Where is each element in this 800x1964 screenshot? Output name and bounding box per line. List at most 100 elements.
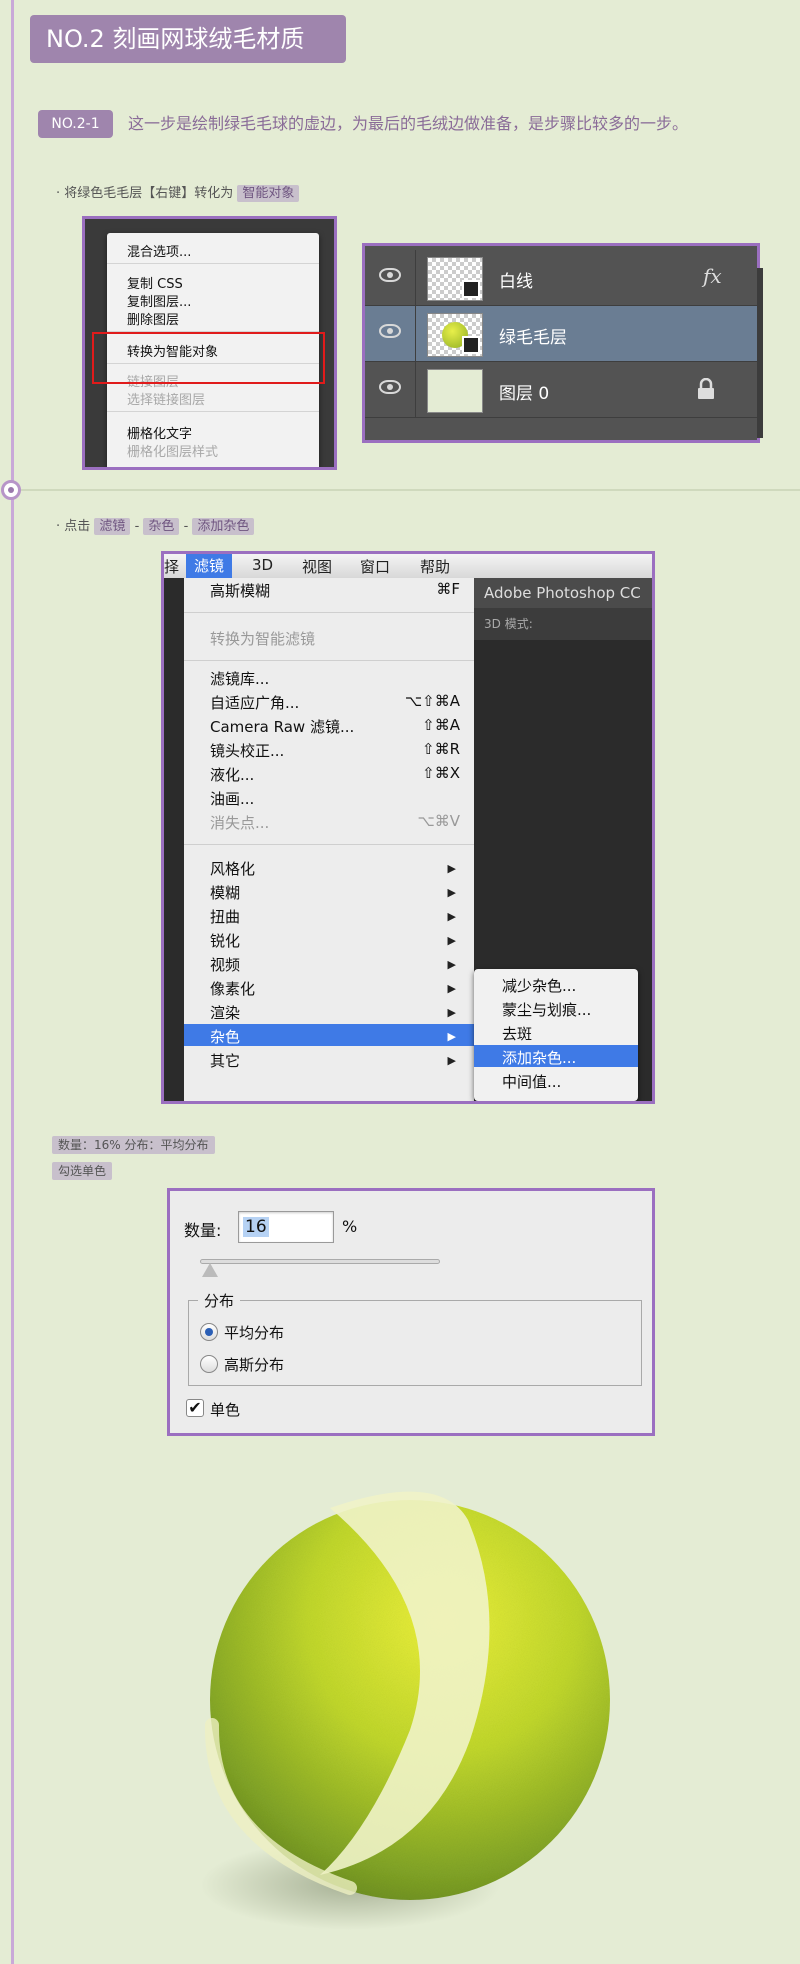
- filter-item[interactable]: 模糊: [210, 882, 240, 903]
- shortcut: ⇧⌘X: [422, 764, 460, 782]
- submenu-arrow-icon: ▶: [447, 982, 456, 995]
- filter-item[interactable]: 风格化: [210, 858, 255, 879]
- radio-uniform[interactable]: [200, 1323, 218, 1341]
- submenu-arrow-icon: ▶: [447, 862, 456, 875]
- filter-item-noise[interactable]: 杂色: [210, 1026, 240, 1047]
- filter-item: 消失点...: [210, 814, 270, 832]
- path-add-noise: 添加杂色: [192, 518, 255, 535]
- filter-item[interactable]: 滤镜库...: [210, 668, 269, 689]
- column-divider: [415, 250, 416, 306]
- path-noise: 杂色: [143, 518, 180, 535]
- distribution-label: 分布: [198, 1290, 241, 1311]
- shortcut: ⌘F: [436, 580, 460, 598]
- filter-dropdown: 高斯模糊 ⌘F 转换为智能滤镜 滤镜库... 自适应广角... ⌥⇧⌘A Cam…: [184, 578, 474, 1101]
- param-tag-2: 勾选单色: [52, 1160, 113, 1180]
- submenu-arrow-icon: ▶: [447, 1006, 456, 1019]
- smart-object-icon: [462, 280, 480, 298]
- submenu-item[interactable]: 中间值...: [502, 1071, 561, 1092]
- tennis-ball-illustration: [200, 1491, 610, 1930]
- monochromatic-checkbox[interactable]: ✔: [186, 1399, 204, 1417]
- amount-value: 16: [243, 1217, 269, 1237]
- smart-object-icon: [462, 336, 480, 354]
- filter-menu-screenshot: 择 滤镜 3D 视图 窗口 帮助 Adobe Photoshop CC 3D 模…: [161, 551, 655, 1104]
- submenu-item[interactable]: 去斑: [502, 1023, 532, 1044]
- shortcut: ⇧⌘A: [422, 716, 460, 734]
- noise-submenu: 减少杂色... 蒙尘与划痕... 去斑 添加杂色... 中间值...: [474, 969, 638, 1101]
- menu-separator: [107, 411, 319, 412]
- section-title: NO.2 刻画网球绒毛材质: [30, 15, 346, 63]
- shortcut: ⌥⇧⌘A: [404, 692, 460, 710]
- layer-name: 白线: [499, 272, 533, 292]
- filter-item[interactable]: 其它: [210, 1050, 240, 1071]
- menu-item-copy-css[interactable]: 复制 CSS: [127, 273, 183, 292]
- layers-panel: 白线 fx 绿毛毛层 图层 0: [362, 243, 763, 443]
- path-separator: -: [183, 519, 189, 534]
- submenu-arrow-icon: ▶: [447, 934, 456, 947]
- instruction-click-path: · 点击 滤镜 - 杂色 - 添加杂色: [56, 515, 255, 535]
- radio-gaussian[interactable]: [200, 1355, 218, 1373]
- add-noise-dialog: 数量: 16 % 分布 平均分布 高斯分布 ✔ 单色: [167, 1188, 655, 1436]
- submenu-arrow-icon: ▶: [447, 910, 456, 923]
- layer-row-green-fuzz[interactable]: 绿毛毛层: [365, 306, 757, 362]
- submenu-item[interactable]: 减少杂色...: [502, 975, 576, 996]
- submenu-arrow-icon: ▶: [447, 1054, 456, 1067]
- amount-slider[interactable]: [200, 1259, 440, 1264]
- menubar-item-select[interactable]: 择: [164, 556, 179, 577]
- amount-label: 数量:: [184, 1221, 222, 1240]
- filter-item[interactable]: 液化...: [210, 764, 254, 785]
- eye-icon[interactable]: [379, 268, 401, 282]
- step-description: 这一步是绘制绿毛毛球的虚边，为最后的毛绒边做准备，是步骤比较多的一步。: [128, 114, 689, 133]
- eye-icon[interactable]: [379, 324, 401, 338]
- slider-thumb[interactable]: [202, 1263, 218, 1277]
- menubar-item-view[interactable]: 视图: [302, 556, 332, 577]
- filter-item[interactable]: 扭曲: [210, 906, 240, 927]
- filter-item[interactable]: 镜头校正...: [210, 740, 284, 761]
- instruction-text: · 将绿色毛毛层【右键】转化为: [56, 186, 234, 201]
- uniform-label: 平均分布: [224, 1324, 285, 1342]
- fx-icon[interactable]: fx: [703, 264, 722, 288]
- layer-thumbnail: [427, 257, 483, 301]
- context-menu-screenshot: 混合选项... 复制 CSS 复制图层... 删除图层 转换为智能对象 链接图层…: [82, 216, 337, 470]
- timeline-line: [11, 0, 14, 1964]
- menubar-item-3d[interactable]: 3D: [252, 556, 273, 574]
- menu-separator: [184, 660, 474, 661]
- monochromatic-label: 单色: [210, 1401, 241, 1419]
- filter-item[interactable]: 油画...: [210, 788, 254, 809]
- column-divider: [415, 306, 416, 362]
- highlight-smart-object: 智能对象: [237, 185, 300, 202]
- amount-input[interactable]: 16: [238, 1211, 334, 1243]
- path-separator: -: [134, 519, 140, 534]
- filter-item[interactable]: 渲染: [210, 1002, 240, 1023]
- layer-name: 绿毛毛层: [499, 328, 567, 348]
- menu-item-blend-options[interactable]: 混合选项...: [127, 241, 191, 260]
- gaussian-label: 高斯分布: [224, 1356, 285, 1374]
- layer-row-white-line[interactable]: 白线 fx: [365, 250, 757, 306]
- lock-icon: [698, 378, 714, 399]
- shortcut: ⌥⌘V: [417, 812, 460, 830]
- filter-item[interactable]: 视频: [210, 954, 240, 975]
- layer-thumbnail: [427, 369, 483, 413]
- filter-item[interactable]: Camera Raw 滤镜...: [210, 716, 354, 737]
- menubar-item-window[interactable]: 窗口: [360, 556, 390, 577]
- layer-name: 图层 0: [499, 384, 550, 404]
- filter-item[interactable]: 锐化: [210, 930, 240, 951]
- eye-icon[interactable]: [379, 380, 401, 394]
- scrollbar[interactable]: [757, 268, 763, 438]
- filter-item[interactable]: 自适应广角...: [210, 692, 299, 713]
- param-tag-1: 数量：16% 分布：平均分布: [52, 1134, 215, 1154]
- menu-item-rasterize-type[interactable]: 栅格化文字: [127, 423, 192, 442]
- submenu-arrow-icon: ▶: [447, 886, 456, 899]
- submenu-item-add-noise[interactable]: 添加杂色...: [502, 1047, 576, 1068]
- filter-item: 转换为智能滤镜: [210, 630, 316, 648]
- menu-separator: [184, 844, 474, 845]
- submenu-item[interactable]: 蒙尘与划痕...: [502, 999, 591, 1020]
- app-title-bar: Adobe Photoshop CC: [474, 578, 652, 608]
- menubar-item-help[interactable]: 帮助: [420, 556, 450, 577]
- menu-item-delete-layer[interactable]: 删除图层: [127, 309, 179, 328]
- layer-row-layer-0[interactable]: 图层 0: [365, 362, 757, 418]
- filter-item[interactable]: 像素化: [210, 978, 255, 999]
- filter-item[interactable]: 高斯模糊: [210, 580, 270, 601]
- menu-item-duplicate-layer[interactable]: 复制图层...: [127, 291, 191, 310]
- menu-bar: 择 滤镜 3D 视图 窗口 帮助: [164, 554, 652, 578]
- menubar-item-filter[interactable]: 滤镜: [186, 554, 233, 578]
